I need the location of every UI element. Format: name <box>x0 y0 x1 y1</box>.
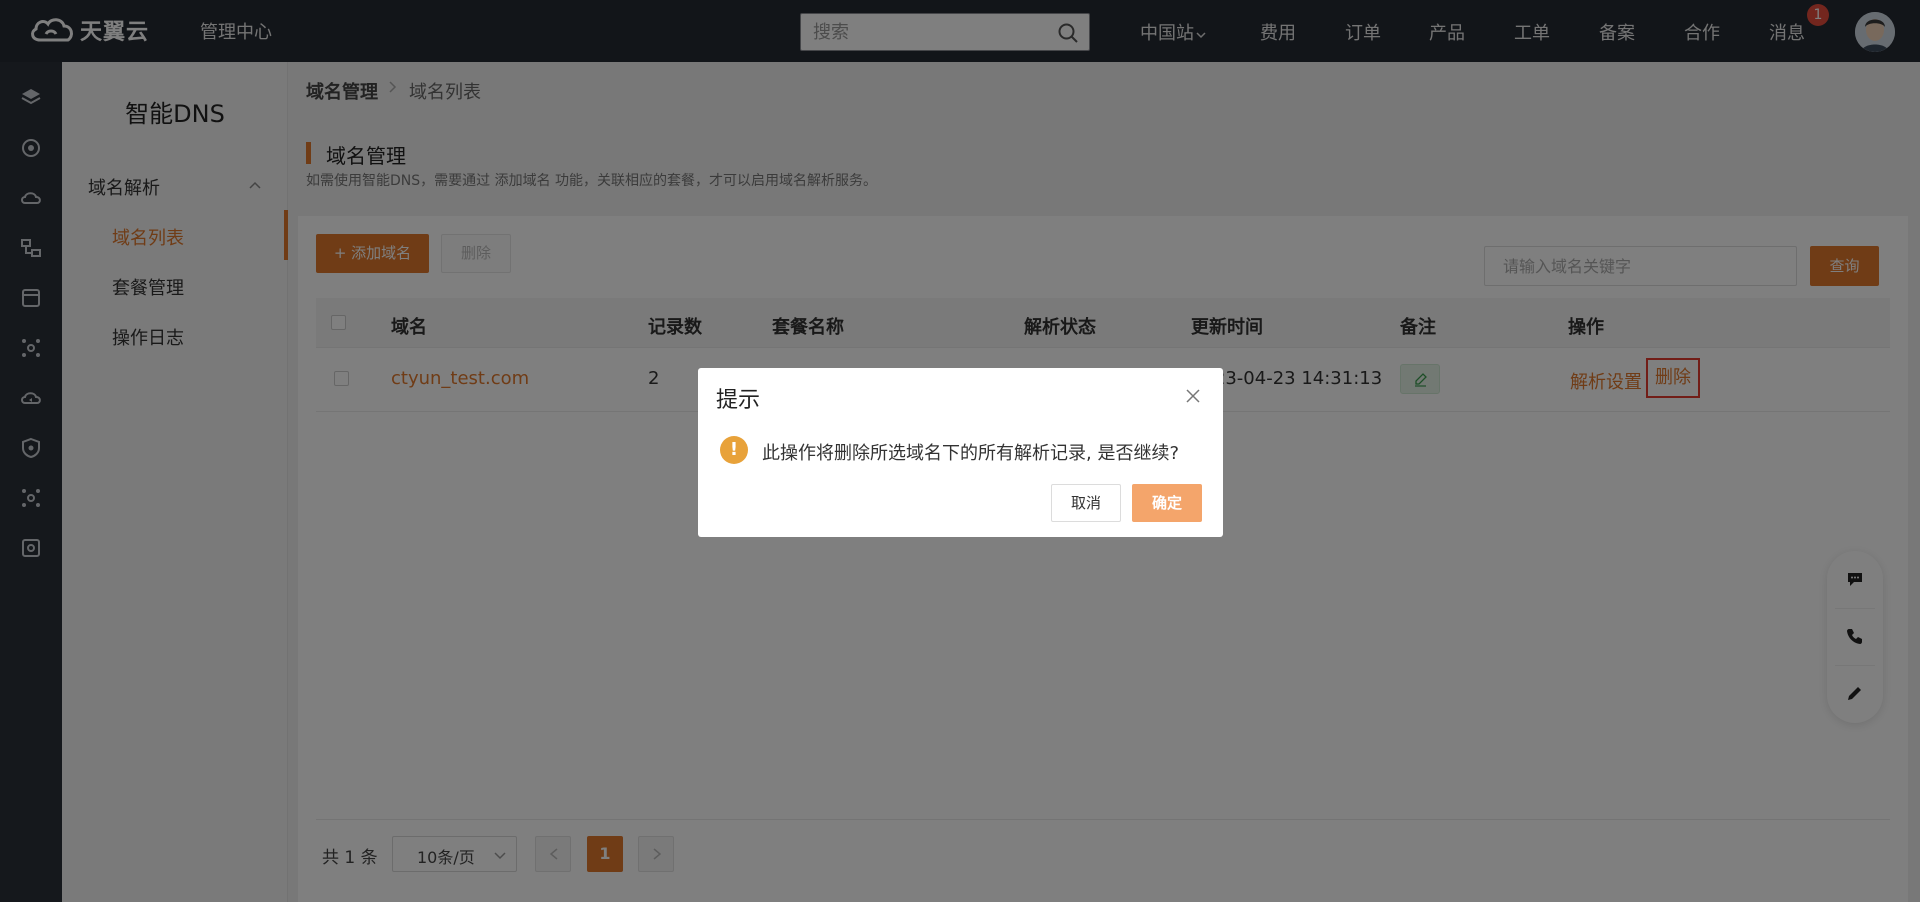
confirm-button[interactable]: 确定 <box>1132 484 1202 522</box>
dialog-title: 提示 <box>716 388 761 413</box>
cancel-button[interactable]: 取消 <box>1051 484 1121 522</box>
close-icon[interactable] <box>1185 388 1201 404</box>
dialog-message: 此操作将删除所选域名下的所有解析记录, 是否继续? <box>762 443 1179 464</box>
confirm-dialog: 提示 ! 此操作将删除所选域名下的所有解析记录, 是否继续? 取消 确定 <box>698 368 1223 537</box>
warning-icon: ! <box>720 436 748 464</box>
